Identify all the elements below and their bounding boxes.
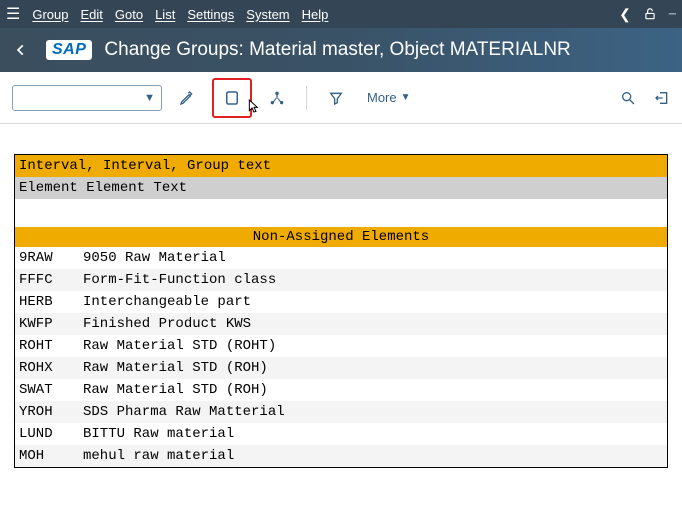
filter-button[interactable] — [319, 81, 353, 115]
toolbar-divider — [306, 86, 307, 110]
exit-icon[interactable] — [654, 90, 670, 106]
content-area: Interval, Interval, Group text Element E… — [0, 124, 682, 468]
list-item[interactable]: SWATRaw Material STD (ROH) — [15, 379, 667, 401]
page-title: Change Groups: Material master, Object M… — [104, 39, 570, 61]
search-icon[interactable] — [620, 90, 636, 106]
list-item[interactable]: ROHXRaw Material STD (ROH) — [15, 357, 667, 379]
more-button[interactable]: More ▼ — [361, 86, 417, 109]
elements-list: 9RAW9050 Raw Material FFFCForm-Fit-Funct… — [15, 247, 667, 467]
command-field[interactable]: ▼ — [12, 85, 162, 111]
menu-edit[interactable]: Edit — [80, 7, 102, 22]
list-item[interactable]: KWFPFinished Product KWS — [15, 313, 667, 335]
toolbar: ▼ More ▼ — [0, 72, 682, 124]
menu-group[interactable]: Group — [32, 7, 68, 22]
list-item[interactable]: 9RAW9050 Raw Material — [15, 247, 667, 269]
menu-icon[interactable]: ☰ — [6, 4, 20, 24]
menu-list[interactable]: List — [155, 7, 175, 22]
select-button[interactable] — [212, 78, 252, 118]
menu-goto[interactable]: Goto — [115, 7, 143, 22]
lock-icon[interactable] — [643, 7, 657, 21]
back-button[interactable] — [8, 37, 34, 63]
chevron-left-icon[interactable]: ❮ — [619, 6, 631, 23]
sap-logo: SAP — [46, 40, 92, 60]
legend-interval-row: Interval, Interval, Group text — [15, 155, 667, 177]
chevron-down-icon: ▼ — [144, 92, 155, 104]
list-panel: Interval, Interval, Group text Element E… — [14, 154, 668, 468]
legend-element-row: Element Element Text — [15, 177, 667, 199]
menu-settings[interactable]: Settings — [187, 7, 234, 22]
close-icon[interactable]: ─ — [669, 9, 676, 20]
chevron-down-icon: ▼ — [401, 92, 411, 103]
list-item[interactable]: YROHSDS Pharma Raw Matterial — [15, 401, 667, 423]
menu-system[interactable]: System — [246, 7, 289, 22]
list-item[interactable]: MOHmehul raw material — [15, 445, 667, 467]
edit-button[interactable] — [170, 81, 204, 115]
menubar: ☰ Group Edit Goto List Settings System H… — [0, 0, 682, 28]
more-label: More — [367, 90, 397, 105]
list-item[interactable]: LUNDBITTU Raw material — [15, 423, 667, 445]
list-item[interactable]: FFFCForm-Fit-Function class — [15, 269, 667, 291]
hierarchy-button[interactable] — [260, 81, 294, 115]
list-item[interactable]: ROHTRaw Material STD (ROHT) — [15, 335, 667, 357]
list-item[interactable]: HERBInterchangeable part — [15, 291, 667, 313]
page-header: SAP Change Groups: Material master, Obje… — [0, 28, 682, 72]
section-title: Non-Assigned Elements — [15, 227, 667, 247]
menu-help[interactable]: Help — [302, 7, 329, 22]
